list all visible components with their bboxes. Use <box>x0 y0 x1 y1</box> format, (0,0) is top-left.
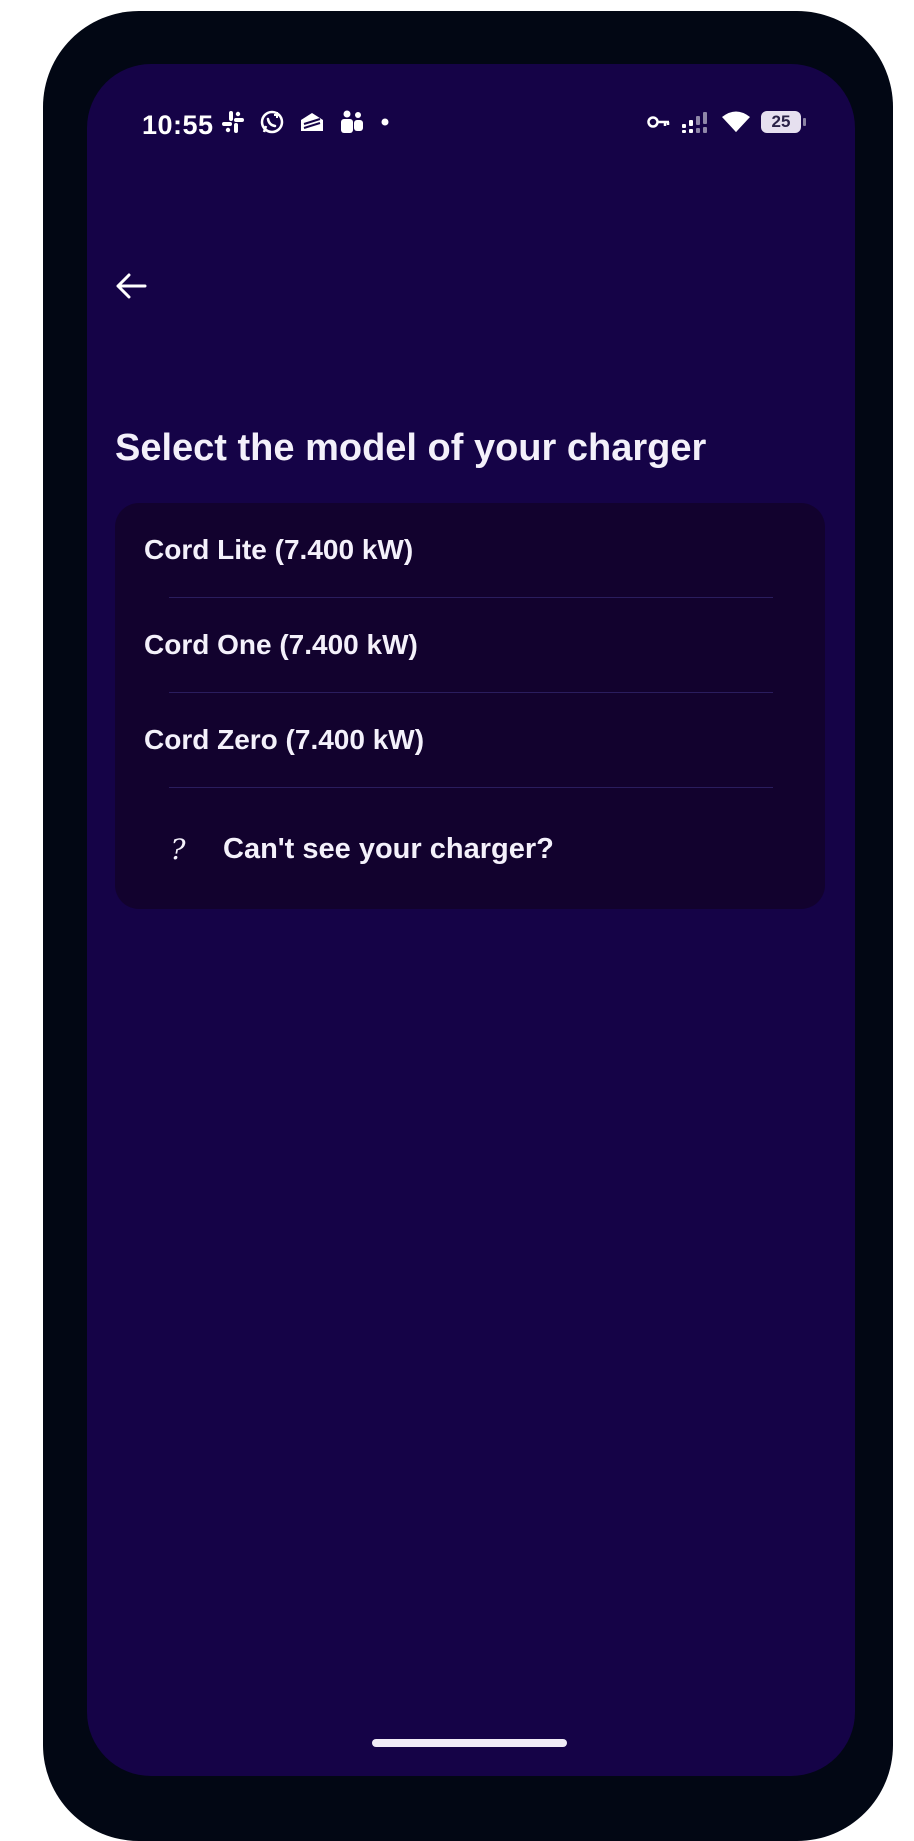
slack-icon <box>220 109 246 135</box>
whatsapp-icon <box>258 108 286 136</box>
page-title: Select the model of your charger <box>115 427 707 469</box>
option-label: Cord Zero (7.400 kW) <box>144 724 425 755</box>
notification-icons <box>220 108 392 136</box>
list-divider <box>169 787 773 788</box>
system-icons: 25 <box>647 110 806 134</box>
wifi-icon <box>721 110 751 134</box>
help-label: Can't see your charger? <box>223 832 554 865</box>
signal-icon <box>681 111 711 133</box>
inbox-icon <box>298 108 326 136</box>
battery-icon: 25 <box>761 111 806 133</box>
teams-icon <box>338 108 366 136</box>
home-indicator[interactable] <box>372 1739 567 1747</box>
arrow-left-icon <box>114 271 148 306</box>
option-label: Cord Lite (7.400 kW) <box>144 534 414 565</box>
back-button[interactable] <box>107 264 155 312</box>
option-cord-zero[interactable]: Cord Zero (7.400 kW) <box>115 693 825 787</box>
question-mark-icon: ? <box>170 832 186 866</box>
vpn-key-icon <box>647 114 671 130</box>
cant-see-charger-button[interactable]: ? Can't see your charger? <box>115 798 825 900</box>
app-screen: 10:55 25 Select the model of your charge… <box>87 64 855 1776</box>
option-cord-one[interactable]: Cord One (7.400 kW) <box>115 598 825 692</box>
option-label: Cord One (7.400 kW) <box>144 629 418 660</box>
status-time: 10:55 <box>142 110 214 140</box>
dot-icon <box>378 115 392 129</box>
option-cord-lite[interactable]: Cord Lite (7.400 kW) <box>115 503 825 597</box>
status-bar: 10:55 25 <box>87 64 855 184</box>
charger-model-list: Cord Lite (7.400 kW) Cord One (7.400 kW)… <box>115 503 825 909</box>
